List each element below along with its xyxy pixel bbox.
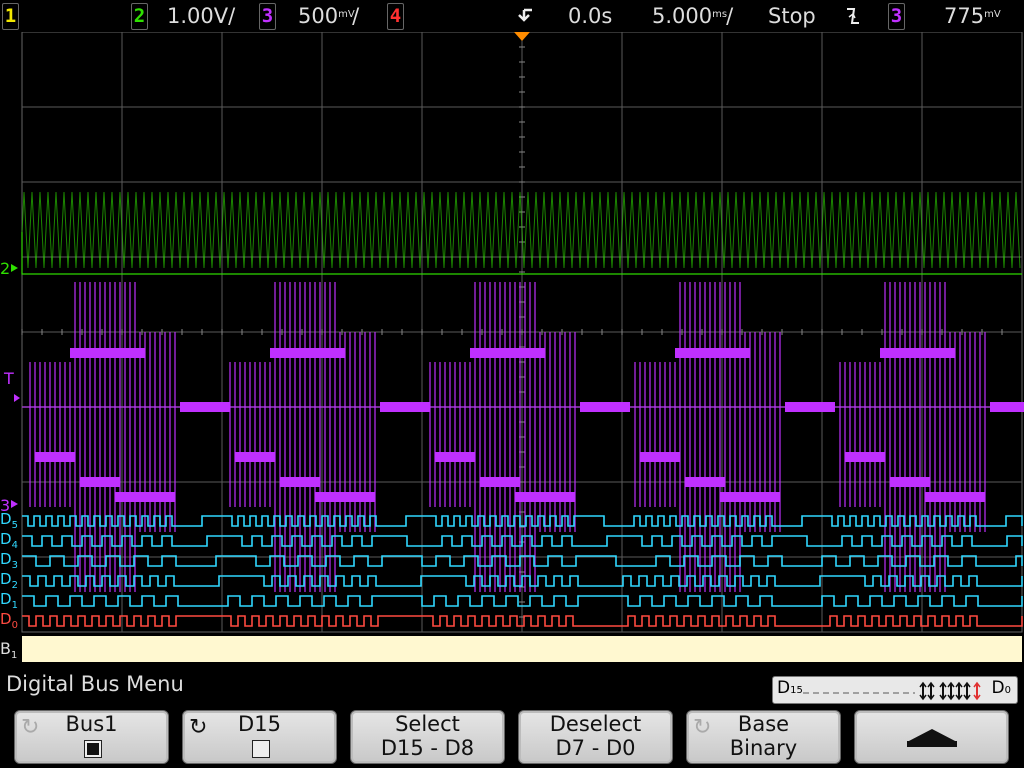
bus-select-softkey[interactable]: ↻ Bus1: [14, 710, 169, 764]
deselect-low-byte-softkey[interactable]: Deselect D7 - D0: [518, 710, 673, 764]
selector-right-sub: 0: [1004, 685, 1011, 696]
channel-3-scale-suffix: /: [352, 4, 360, 28]
softkey-sublabel: D7 - D0: [555, 736, 636, 760]
softkey-label: Base: [737, 712, 790, 736]
softkey-label: D15: [238, 712, 281, 736]
channel-1-indicator[interactable]: 1: [2, 3, 19, 30]
d4-trace: [22, 535, 1023, 547]
bus-enable-checkbox[interactable]: [84, 740, 102, 758]
bit-selector[interactable]: D15 D0: [772, 676, 1018, 704]
channel-include-checkbox[interactable]: [252, 740, 270, 758]
menu-title: Digital Bus Menu: [6, 672, 184, 696]
bus-1-trace: [22, 636, 1022, 662]
time-base-unit: ms: [712, 9, 728, 20]
select-high-byte-softkey[interactable]: Select D15 - D8: [350, 710, 505, 764]
trigger-level-marker: T: [3, 369, 14, 388]
run-state[interactable]: Stop: [768, 0, 816, 32]
softkey-label: Select: [395, 712, 460, 736]
softkey-sublabel: Binary: [729, 736, 798, 760]
up-arrow-icon: [907, 729, 957, 747]
status-bar: 1 2 1.00V/ 3 500mV/ 4 0.0s 5.000ms/ Stop…: [0, 0, 1024, 32]
falling-edge-icon: [844, 0, 862, 32]
selector-right-label: D0: [992, 678, 1011, 698]
time-base-value: 5.000: [652, 4, 713, 28]
channel-2-indicator[interactable]: 2: [131, 3, 148, 30]
softkey-sublabel: D15 - D8: [380, 736, 475, 760]
trigger-position-icon: [512, 0, 536, 32]
channel-4-indicator[interactable]: 4: [387, 3, 404, 30]
channel-2-scale: 1.00V/: [167, 4, 236, 28]
softkey-label: Deselect: [549, 712, 642, 736]
channel-3-indicator[interactable]: 3: [259, 3, 276, 30]
time-base: 5.000ms/: [652, 0, 733, 32]
back-up-softkey[interactable]: [854, 710, 1009, 764]
selector-right-letter: D: [991, 678, 1005, 698]
trigger-level: 775mV: [944, 0, 1001, 32]
channel-3-scale: 500mV/: [298, 0, 359, 32]
time-base-suffix: /: [726, 4, 734, 28]
time-delay: 0.0s: [568, 4, 613, 28]
trigger-level-value: 775: [944, 4, 985, 28]
bit-map-icon: [803, 681, 981, 701]
channel-select-softkey[interactable]: ↻ D15: [182, 710, 337, 764]
channel-3-scale-value: 500: [298, 4, 339, 28]
base-softkey[interactable]: ↻ Base Binary: [686, 710, 841, 764]
waveform-display[interactable]: 2 T 3 D5 D4 D3 D2 D1 D0 B1: [0, 31, 1024, 668]
channel-2-ground-marker: 2: [0, 259, 10, 278]
channel-3-scale-unit: mV: [338, 9, 355, 20]
waveform-canvas[interactable]: 2T3D5D4D3D2D1D0B1: [0, 31, 1024, 668]
trigger-source-indicator[interactable]: 3: [888, 3, 905, 30]
trigger-level-unit: mV: [984, 9, 1001, 20]
softkey-label: Bus1: [65, 712, 118, 736]
